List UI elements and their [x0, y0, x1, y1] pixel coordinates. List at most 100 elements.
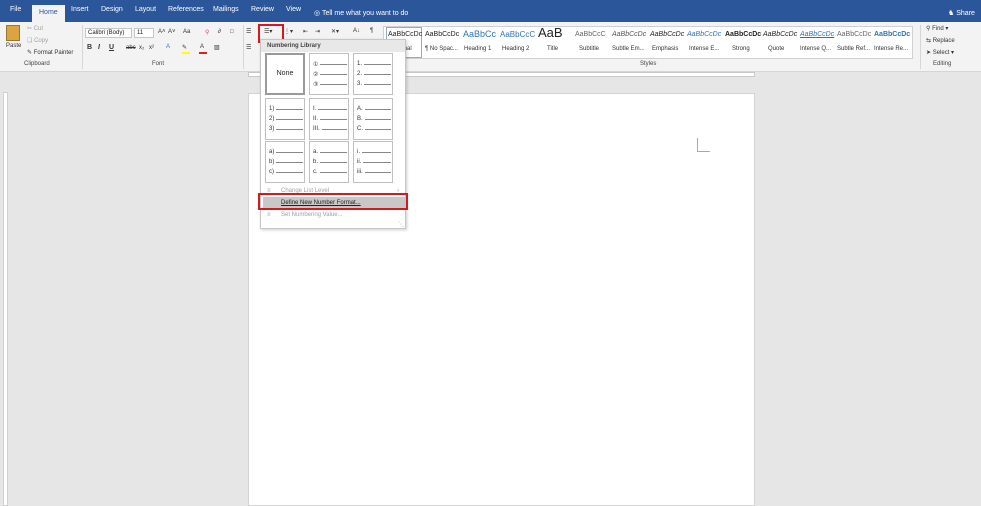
separator	[920, 25, 921, 69]
increase-indent-icon[interactable]: ⇥	[315, 28, 320, 35]
font-group-label: Font	[152, 61, 165, 67]
tab-home[interactable]: Home	[32, 5, 65, 22]
style-title-name[interactable]: Title	[547, 46, 558, 52]
shrink-font-button[interactable]: A˅	[168, 29, 176, 35]
resize-grip-icon[interactable]: ⋱	[398, 221, 404, 228]
style-quote-sample[interactable]: AaBbCcDc	[763, 31, 797, 38]
tell-me-search[interactable]: ◎ Tell me what you want to do	[314, 9, 408, 17]
style-no-spacing-sample[interactable]: AaBbCcDc	[425, 31, 459, 38]
superscript-button[interactable]: x²	[149, 45, 154, 51]
italic-button[interactable]: I	[98, 44, 100, 51]
style-emphasis-name[interactable]: Emphasis	[652, 46, 678, 52]
style-intense-quote-name[interactable]: Intense Q...	[800, 46, 831, 52]
decrease-indent-icon[interactable]: ⇤	[303, 28, 308, 35]
text-boundary-corner	[697, 138, 710, 152]
format-painter-button[interactable]: ✎ Format Painter	[27, 49, 73, 56]
copy-button[interactable]: ❏ Copy	[27, 37, 48, 44]
tab-review[interactable]: Review	[251, 6, 274, 13]
vertical-ruler[interactable]	[3, 92, 8, 506]
font-size-combo[interactable]: 11	[134, 28, 154, 38]
define-new-format-highlight	[258, 193, 408, 210]
tab-file[interactable]: File	[10, 6, 21, 13]
numbering-format-lower-alpha-period[interactable]: a. b. c.	[309, 141, 349, 183]
tab-mailings[interactable]: Mailings	[213, 6, 239, 13]
highlight-color-swatch	[182, 52, 190, 54]
align-left-icon[interactable]: ☰	[246, 44, 251, 51]
tab-references[interactable]: References	[168, 6, 204, 13]
tab-view[interactable]: View	[286, 6, 301, 13]
enclose-char-icon[interactable]: □	[230, 29, 234, 35]
replace-button[interactable]: ⇆ Replace	[926, 37, 955, 44]
font-name-combo[interactable]: Calibri (Body)	[85, 28, 132, 38]
style-heading1-sample[interactable]: AaBbCc	[463, 29, 496, 39]
person-icon: ♞	[948, 10, 955, 17]
find-button[interactable]: ⚲ Find ▾	[926, 25, 948, 32]
shading-icon[interactable]: ▧	[214, 44, 220, 51]
numbering-format-lower-roman[interactable]: i. ii. iii.	[353, 141, 393, 183]
numbering-format-decimal-period[interactable]: 1. 2. 3.	[353, 53, 393, 95]
style-heading2-name[interactable]: Heading 2	[502, 46, 529, 52]
style-strong-sample[interactable]: AaBbCcDc	[725, 31, 761, 38]
style-quote-name[interactable]: Quote	[768, 46, 784, 52]
sort-button[interactable]: A↓	[353, 28, 360, 34]
style-subtle-emphasis-sample[interactable]: AaBbCcDc	[612, 31, 646, 38]
font-color-icon[interactable]: A	[200, 44, 204, 50]
style-intense-emphasis-sample[interactable]: AaBbCcDc	[687, 31, 721, 38]
grow-font-button[interactable]: A˄	[158, 29, 166, 35]
lightbulb-icon: ◎	[314, 10, 321, 17]
numbering-format-lower-alpha-paren[interactable]: a) b) c)	[265, 141, 305, 183]
replace-icon: ⇆	[926, 38, 932, 44]
numbering-format-decimal-paren[interactable]: 1) 2) 3)	[265, 98, 305, 140]
style-emphasis-sample[interactable]: AaBbCcDc	[650, 31, 684, 38]
show-marks-button[interactable]: ¶	[370, 28, 373, 34]
search-icon: ⚲	[926, 26, 931, 32]
underline-button[interactable]: U	[109, 44, 114, 51]
style-subtle-emphasis-name[interactable]: Subtle Em...	[612, 46, 645, 52]
set-numbering-value-item[interactable]: ≡ Set Numbering Value...	[263, 209, 405, 221]
numbering-format-circled[interactable]: ① ② ③	[309, 53, 349, 95]
tab-layout[interactable]: Layout	[135, 6, 156, 13]
style-intense-reference-name[interactable]: Intense Re...	[874, 46, 908, 52]
scissors-icon: ✂	[27, 26, 33, 32]
tab-insert[interactable]: Insert	[71, 6, 89, 13]
style-intense-reference-sample[interactable]: AaBbCcDc	[874, 31, 910, 38]
cursor-icon: ➤	[926, 50, 932, 56]
numbering-format-none[interactable]: None	[265, 53, 305, 95]
numbering-format-upper-alpha[interactable]: A. B. C.	[353, 98, 393, 140]
change-case-button[interactable]: Aa	[183, 29, 190, 35]
style-normal-sample[interactable]: AaBbCcDc	[388, 31, 422, 38]
clipboard-group-label: Clipboard	[24, 61, 50, 67]
style-title-sample[interactable]: AaB	[538, 25, 563, 40]
paste-icon[interactable]	[6, 25, 20, 41]
asian-layout-icon[interactable]: ✕▾	[331, 28, 339, 35]
bullets-icon[interactable]: ☰	[246, 28, 251, 35]
style-heading2-sample[interactable]: AaBbCcC	[500, 30, 535, 39]
tab-design[interactable]: Design	[101, 6, 123, 13]
bold-button[interactable]: B	[87, 44, 92, 51]
paste-button[interactable]: Paste	[6, 43, 21, 49]
style-subtle-reference-name[interactable]: Subtle Ref...	[837, 46, 870, 52]
cut-button[interactable]: ✂ Cut	[27, 25, 43, 32]
strikethrough-button[interactable]: abc	[126, 45, 136, 51]
styles-group-label: Styles	[640, 61, 657, 67]
style-no-spacing-name[interactable]: ¶ No Spac...	[425, 46, 458, 52]
style-subtitle-sample[interactable]: AaBbCcC	[575, 31, 606, 38]
style-heading1-name[interactable]: Heading 1	[464, 46, 491, 52]
select-button[interactable]: ➤ Select ▾	[926, 49, 954, 56]
style-subtle-reference-sample[interactable]: AaBbCcDc	[837, 31, 871, 38]
style-strong-name[interactable]: Strong	[732, 46, 750, 52]
share-button[interactable]: ♞ Share	[948, 9, 975, 17]
clear-format-icon[interactable]: ⚲	[205, 29, 209, 36]
numbering-format-upper-roman[interactable]: I. II. III.	[309, 98, 349, 140]
multilevel-list-icon[interactable]: ⋮▾	[284, 28, 293, 35]
style-subtitle-name[interactable]: Subtitle	[579, 46, 599, 52]
editing-group-label: Editing	[933, 61, 952, 67]
subscript-button[interactable]: x₂	[139, 45, 144, 51]
style-intense-quote-sample[interactable]: AaBbCcDc	[800, 31, 834, 38]
highlight-icon[interactable]: ✎	[182, 44, 187, 51]
style-intense-emphasis-name[interactable]: Intense E...	[689, 46, 719, 52]
none-label: None	[276, 70, 294, 77]
phonetic-icon[interactable]: ∂	[218, 29, 221, 35]
text-effects-icon[interactable]: A	[166, 44, 170, 50]
separator	[82, 25, 83, 69]
